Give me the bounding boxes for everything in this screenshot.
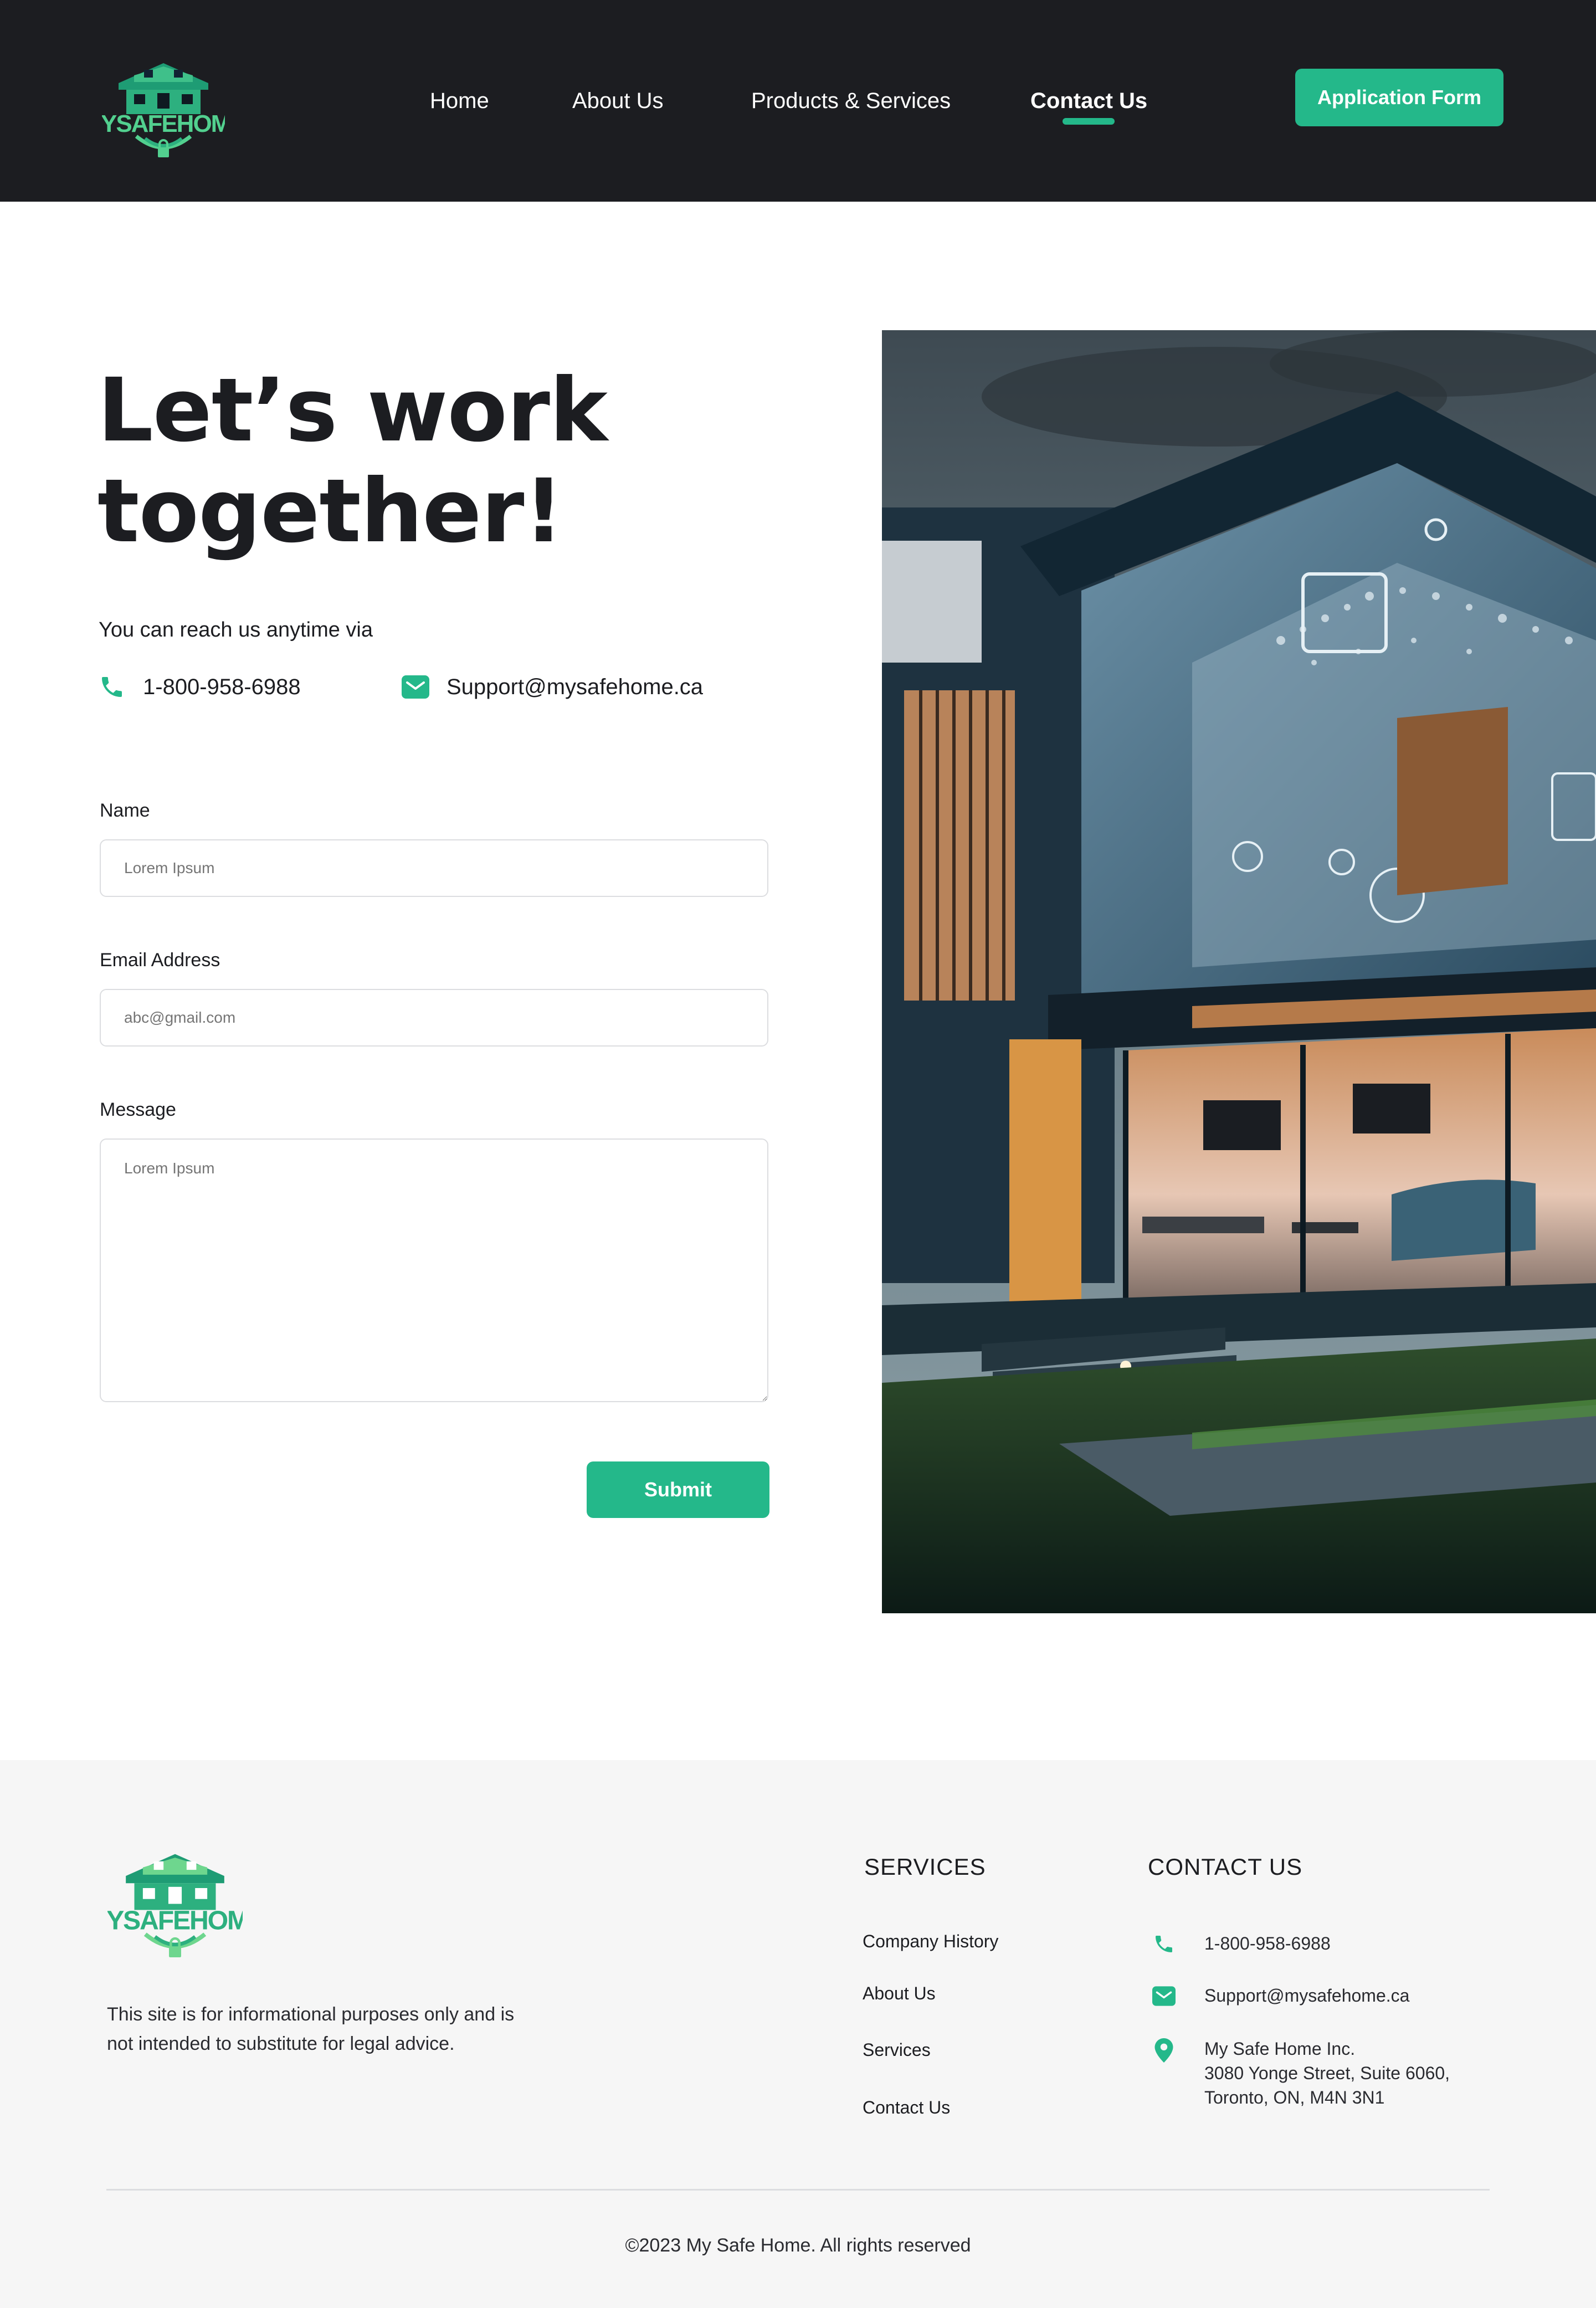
email-input[interactable] xyxy=(100,989,768,1047)
name-label: Name xyxy=(100,800,150,821)
email-label: Email Address xyxy=(100,950,220,971)
reach-text: You can reach us anytime via xyxy=(99,618,373,642)
footer-email-text: Support@mysafehome.ca xyxy=(1204,1986,1410,2006)
footer-address-text: My Safe Home Inc. 3080 Yonge Street, Sui… xyxy=(1204,2037,1450,2110)
site-header: MYSAFEHOME Home About Us Products & Serv… xyxy=(0,0,1596,202)
address-line-2: 3080 Yonge Street, Suite 6060, xyxy=(1204,2063,1450,2083)
footer-link-services[interactable]: Services xyxy=(863,2040,931,2060)
copyright-text: ©2023 My Safe Home. All rights reserved xyxy=(625,2235,971,2256)
nav-products-services[interactable]: Products & Services xyxy=(751,84,951,117)
services-heading: SERVICES xyxy=(864,1854,986,1880)
submit-button[interactable]: Submit xyxy=(587,1461,769,1518)
phone-icon xyxy=(1151,1931,1177,1957)
message-label: Message xyxy=(100,1099,176,1120)
page-title-line2: together! xyxy=(97,460,563,562)
footer-brand-logo[interactable]: MYSAFEHOME xyxy=(85,1850,266,1963)
footer-disclaimer: This site is for informational purposes … xyxy=(107,2004,515,2054)
location-pin-icon xyxy=(1151,2038,1177,2063)
footer-phone[interactable]: 1-800-958-6988 xyxy=(1151,1931,1331,1957)
nav-about-us[interactable]: About Us xyxy=(572,84,664,117)
footer-link-contact-us[interactable]: Contact Us xyxy=(863,2097,950,2118)
application-form-button[interactable]: Application Form xyxy=(1295,69,1503,126)
address-line-3: Toronto, ON, M4N 3N1 xyxy=(1204,2088,1385,2107)
mail-icon xyxy=(1151,1983,1177,2009)
svg-text:MYSAFEHOME: MYSAFEHOME xyxy=(107,1906,243,1936)
message-textarea[interactable] xyxy=(100,1138,768,1402)
hero-phone-text: 1-800-958-6988 xyxy=(143,674,301,699)
footer-address: My Safe Home Inc. 3080 Yonge Street, Sui… xyxy=(1151,2037,1450,2110)
active-nav-indicator xyxy=(1063,118,1115,125)
footer-phone-text: 1-800-958-6988 xyxy=(1204,1933,1331,1953)
svg-text:MYSAFEHOME: MYSAFEHOME xyxy=(102,110,225,137)
mail-icon xyxy=(401,673,430,701)
page-title: Let’s work together! xyxy=(97,360,707,562)
footer-link-company-history[interactable]: Company History xyxy=(863,1931,998,1952)
nav-contact-us[interactable]: Contact Us xyxy=(1030,84,1147,117)
brand-logo[interactable]: MYSAFEHOME xyxy=(81,60,247,163)
hero-email-text: Support@mysafehome.ca xyxy=(447,674,704,699)
footer-link-about-us[interactable]: About Us xyxy=(863,1983,936,2004)
footer-email[interactable]: Support@mysafehome.ca xyxy=(1151,1983,1409,2009)
footer-divider xyxy=(106,2189,1490,2191)
contact-heading: CONTACT US xyxy=(1148,1854,1303,1880)
page-title-line1: Let’s work xyxy=(97,360,608,461)
hero-email[interactable]: Support@mysafehome.ca xyxy=(401,671,703,702)
smart-home-image xyxy=(882,330,1596,1613)
phone-icon xyxy=(97,673,126,701)
address-line-1: My Safe Home Inc. xyxy=(1204,2039,1356,2059)
hero-phone[interactable]: 1-800-958-6988 xyxy=(97,671,301,702)
name-input[interactable] xyxy=(100,839,768,897)
nav-home[interactable]: Home xyxy=(430,84,489,117)
